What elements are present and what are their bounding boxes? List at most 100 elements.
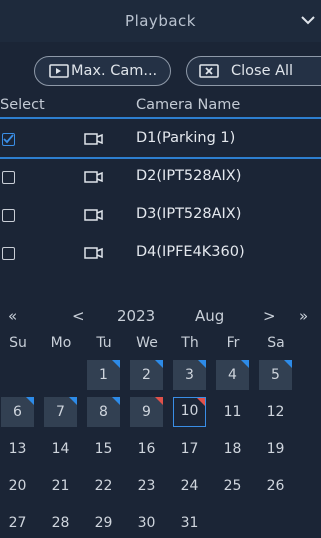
- calendar-day-number: 14: [51, 441, 70, 457]
- camera-icon: [84, 133, 103, 145]
- calendar-day[interactable]: 15: [87, 434, 120, 464]
- camera-table-header: Select Camera Name: [0, 95, 321, 119]
- camera-name: D4(IPFE4K360): [136, 244, 245, 260]
- calendar-day-number: 4: [228, 367, 237, 383]
- next-year-button[interactable]: »: [299, 307, 308, 325]
- calendar-day[interactable]: 25: [216, 471, 249, 501]
- max-window-icon: [49, 64, 69, 78]
- calendar-day-number: 15: [94, 441, 113, 457]
- camera-row[interactable]: D1(Parking 1): [0, 121, 321, 159]
- weekday-label: Th: [181, 335, 199, 351]
- select-column-header: Select: [0, 97, 45, 113]
- calendar-day[interactable]: 21: [44, 471, 77, 501]
- year-label[interactable]: 2023: [117, 307, 155, 325]
- calendar-day-number: 22: [94, 478, 113, 494]
- record-marker: [112, 397, 120, 405]
- calendar-day-number: 7: [56, 404, 65, 420]
- close-all-button[interactable]: Close All: [186, 56, 321, 86]
- prev-month-button[interactable]: <: [72, 307, 85, 325]
- calendar-day-number: 17: [180, 441, 199, 457]
- calendar-day[interactable]: 10: [173, 397, 206, 427]
- weekday-label: We: [136, 335, 158, 351]
- calendar-day-number: 18: [223, 441, 242, 457]
- calendar-day-number: 25: [223, 478, 242, 494]
- event-record-marker: [155, 397, 163, 405]
- calendar-day-number: 12: [266, 404, 285, 420]
- camera-checkbox[interactable]: [2, 171, 15, 184]
- calendar-day[interactable]: 24: [173, 471, 206, 501]
- calendar-day-number: 26: [266, 478, 285, 494]
- calendar-day[interactable]: 18: [216, 434, 249, 464]
- calendar-day[interactable]: 13: [1, 434, 34, 464]
- camera-row[interactable]: D2(IPT528AIX): [0, 159, 321, 197]
- camera-icon: [84, 247, 103, 259]
- calendar-day[interactable]: 8: [87, 397, 120, 427]
- max-cameras-button[interactable]: Max. Cam...: [34, 56, 171, 86]
- month-label[interactable]: Aug: [195, 307, 224, 325]
- camera-checkbox[interactable]: [2, 247, 15, 260]
- camera-row[interactable]: D4(IPFE4K360): [0, 235, 321, 273]
- calendar-day[interactable]: 29: [87, 508, 120, 538]
- calendar-day[interactable]: 28: [44, 508, 77, 538]
- calendar-day[interactable]: 7: [44, 397, 77, 427]
- calendar-day[interactable]: 11: [216, 397, 249, 427]
- max-cameras-label: Max. Cam...: [71, 63, 158, 79]
- calendar-day[interactable]: 31: [173, 508, 206, 538]
- record-marker: [26, 397, 34, 405]
- calendar-day-number: 1: [99, 367, 108, 383]
- playback-header[interactable]: Playback: [0, 0, 321, 42]
- calendar-navigation: « < 2023 Aug > »: [0, 307, 321, 329]
- next-month-button[interactable]: >: [263, 307, 276, 325]
- weekday-label: Fr: [226, 335, 240, 351]
- calendar-day[interactable]: 6: [1, 397, 34, 427]
- calendar-day[interactable]: 19: [259, 434, 292, 464]
- calendar-day-number: 8: [99, 404, 108, 420]
- calendar-day[interactable]: 17: [173, 434, 206, 464]
- calendar-day-number: 10: [180, 403, 199, 419]
- calendar-day[interactable]: 16: [130, 434, 163, 464]
- chevron-down-icon[interactable]: [299, 11, 317, 29]
- camera-icon: [84, 171, 103, 183]
- calendar-day-number: 2: [142, 367, 151, 383]
- calendar-day-number: 3: [185, 367, 194, 383]
- record-marker: [112, 360, 120, 368]
- calendar-day-number: 24: [180, 478, 199, 494]
- calendar-day[interactable]: 20: [1, 471, 34, 501]
- calendar-day[interactable]: 2: [130, 360, 163, 390]
- calendar-day-number: 6: [13, 404, 22, 420]
- record-marker: [155, 360, 163, 368]
- calendar-day[interactable]: 30: [130, 508, 163, 538]
- calendar-day[interactable]: 5: [259, 360, 292, 390]
- calendar-day-number: 20: [8, 478, 27, 494]
- calendar-day-number: 23: [137, 478, 156, 494]
- camera-name: D1(Parking 1): [136, 130, 236, 146]
- record-marker: [69, 397, 77, 405]
- calendar-day[interactable]: 22: [87, 471, 120, 501]
- calendar-day[interactable]: 23: [130, 471, 163, 501]
- camera-name-column-header: Camera Name: [136, 97, 241, 113]
- calendar-day[interactable]: 26: [259, 471, 292, 501]
- calendar-day[interactable]: 12: [259, 397, 292, 427]
- weekday-label: Mo: [50, 335, 72, 351]
- calendar-day[interactable]: 1: [87, 360, 120, 390]
- camera-checkbox[interactable]: [2, 209, 15, 222]
- calendar-day-number: 9: [142, 404, 151, 420]
- calendar-day[interactable]: 4: [216, 360, 249, 390]
- page-title: Playback: [125, 12, 196, 30]
- camera-row[interactable]: D3(IPT528AIX): [0, 197, 321, 235]
- weekday-header: Su Mo Tu We Th Fr Sa: [0, 335, 321, 355]
- prev-year-button[interactable]: «: [8, 307, 17, 325]
- record-marker: [198, 360, 206, 368]
- calendar-day-number: 13: [8, 441, 27, 457]
- calendar-day[interactable]: 14: [44, 434, 77, 464]
- calendar-day[interactable]: 3: [173, 360, 206, 390]
- calendar-day-number: 21: [51, 478, 70, 494]
- weekday-label: Sa: [267, 335, 285, 351]
- camera-checkbox[interactable]: [2, 133, 15, 146]
- record-marker: [284, 360, 292, 368]
- calendar-day[interactable]: 9: [130, 397, 163, 427]
- weekday-label: Tu: [96, 335, 112, 351]
- event-record-marker: [197, 398, 205, 406]
- calendar-day[interactable]: 27: [1, 508, 34, 538]
- calendar-day-number: 16: [137, 441, 156, 457]
